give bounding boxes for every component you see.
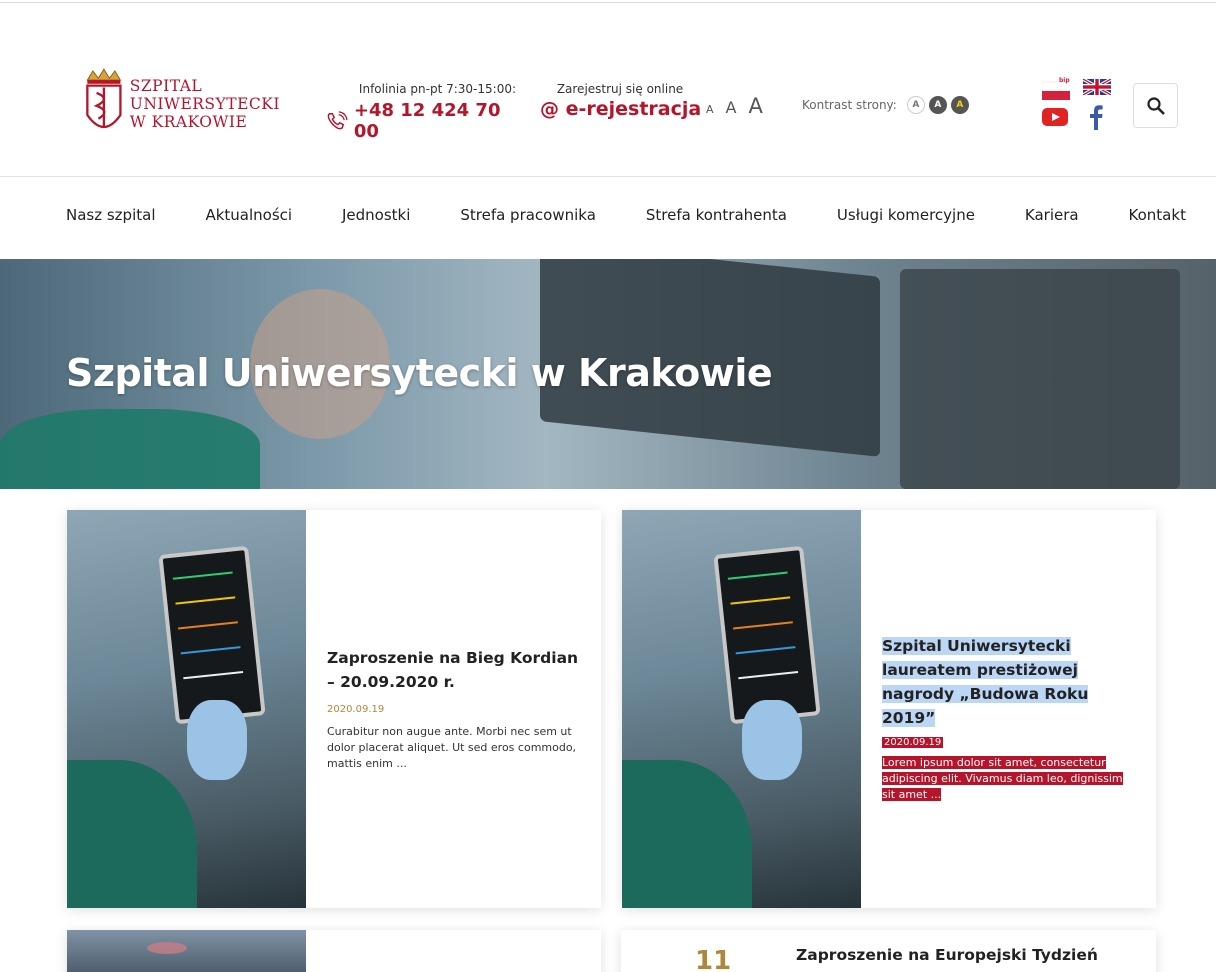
english-flag-icon[interactable] bbox=[1082, 77, 1112, 97]
event-card[interactable]: 11 Zaproszenie na Europejski Tydzień bbox=[621, 930, 1156, 972]
infolinia: Infolinia pn-pt 7:30-15:00: +48 12 424 7… bbox=[326, 82, 516, 142]
search-button[interactable] bbox=[1133, 83, 1178, 128]
youtube-icon[interactable] bbox=[1042, 108, 1068, 126]
news-card-image bbox=[67, 930, 306, 972]
news-card-image bbox=[67, 510, 306, 908]
news-card-excerpt-text: Lorem ipsum dolor sit amet, consectetur … bbox=[882, 756, 1123, 801]
news-card-title[interactable]: Zaproszenie na Bieg Kordian – 20.09.2020… bbox=[327, 646, 581, 694]
contrast-yellow-button[interactable]: A bbox=[950, 96, 969, 114]
header-divider bbox=[0, 176, 1216, 177]
hero-title: Szpital Uniwersytecki w Krakowie bbox=[66, 351, 773, 395]
nav-item-strefa-pracownika[interactable]: Strefa pracownika bbox=[460, 206, 596, 230]
news-card[interactable] bbox=[67, 930, 601, 972]
logo-line3: W KRAKOWIE bbox=[129, 113, 248, 131]
event-title[interactable]: Zaproszenie na Europejski Tydzień bbox=[796, 946, 1098, 964]
font-size-controls: A A A bbox=[706, 94, 763, 118]
contrast-dark-button[interactable]: A bbox=[928, 96, 947, 114]
news-card-date: 2020.09.19 bbox=[882, 737, 944, 748]
hero-banner: Szpital Uniwersytecki w Krakowie bbox=[0, 259, 1216, 489]
nav-item-uslugi-komercyjne[interactable]: Usługi komercyjne bbox=[837, 206, 975, 230]
hospital-logo[interactable]: SZPITAL UNIWERSYTECKI W KRAKOWIE bbox=[80, 64, 280, 144]
contrast-default-button[interactable]: A bbox=[906, 96, 925, 114]
news-card-title-text: Szpital Uniwersytecki laureatem prestiżo… bbox=[882, 637, 1089, 727]
top-border bbox=[0, 0, 1216, 3]
header-icons: bip bbox=[1041, 77, 1114, 132]
bip-icon[interactable]: bip bbox=[1041, 77, 1071, 100]
e-registration: Zarejestruj się online @ e-rejestracja bbox=[540, 82, 701, 120]
news-card-excerpt: Curabitur non augue ante. Morbi nec sem … bbox=[327, 725, 577, 770]
news-card-excerpt: Lorem ipsum dolor sit amet, consectetur … bbox=[882, 755, 1136, 803]
nav-item-aktualnosci[interactable]: Aktualności bbox=[205, 206, 292, 230]
crown-caduceus-icon bbox=[86, 68, 122, 129]
news-card-body: Szpital Uniwersytecki laureatem prestiżo… bbox=[882, 634, 1136, 803]
nav-item-kariera[interactable]: Kariera bbox=[1025, 206, 1079, 230]
nav-item-strefa-kontrahenta[interactable]: Strefa kontrahenta bbox=[646, 206, 787, 230]
e-registration-label: Zarejestruj się online bbox=[556, 82, 684, 96]
news-card-title[interactable]: Szpital Uniwersytecki laureatem prestiżo… bbox=[882, 634, 1136, 730]
nav-item-nasz-szpital[interactable]: Nasz szpital bbox=[66, 206, 156, 230]
contrast-controls: Kontrast strony: A A A bbox=[802, 96, 973, 114]
infolinia-label: Infolinia pn-pt 7:30-15:00: bbox=[358, 82, 516, 96]
facebook-icon[interactable] bbox=[1089, 104, 1103, 130]
bip-label: bip bbox=[1059, 77, 1070, 84]
contrast-label: Kontrast strony: bbox=[802, 98, 897, 112]
logo-line2: UNIWERSYTECKI bbox=[129, 95, 280, 113]
phone-icon bbox=[327, 111, 348, 130]
nav-item-jednostki[interactable]: Jednostki bbox=[342, 206, 410, 230]
nav-item-kontakt[interactable]: Kontakt bbox=[1129, 206, 1186, 230]
font-size-large-button[interactable]: A bbox=[748, 94, 762, 118]
font-size-medium-button[interactable]: A bbox=[726, 98, 737, 117]
hero-gown-shape bbox=[0, 409, 260, 489]
hero-monitor2-shape bbox=[900, 269, 1180, 489]
search-icon bbox=[1146, 96, 1165, 115]
main-nav: Nasz szpital Aktualności Jednostki Stref… bbox=[66, 206, 1186, 230]
news-card[interactable]: Szpital Uniwersytecki laureatem prestiżo… bbox=[622, 510, 1156, 908]
font-size-small-button[interactable]: A bbox=[706, 103, 714, 116]
news-card-body: Zaproszenie na Bieg Kordian – 20.09.2020… bbox=[327, 646, 581, 772]
news-card-date: 2020.09.19 bbox=[327, 704, 385, 715]
phone-number: +48 12 424 70 00 bbox=[353, 100, 501, 142]
e-registration-link[interactable]: @ e-rejestracja bbox=[540, 98, 701, 120]
news-card-image bbox=[622, 510, 861, 908]
logo-text: SZPITAL UNIWERSYTECKI W KRAKOWIE bbox=[130, 77, 280, 131]
event-day: 11 bbox=[695, 946, 732, 972]
phone-link[interactable]: +48 12 424 70 00 bbox=[326, 100, 516, 142]
news-card[interactable]: Zaproszenie na Bieg Kordian – 20.09.2020… bbox=[67, 510, 601, 908]
logo-line1: SZPITAL bbox=[129, 77, 203, 95]
